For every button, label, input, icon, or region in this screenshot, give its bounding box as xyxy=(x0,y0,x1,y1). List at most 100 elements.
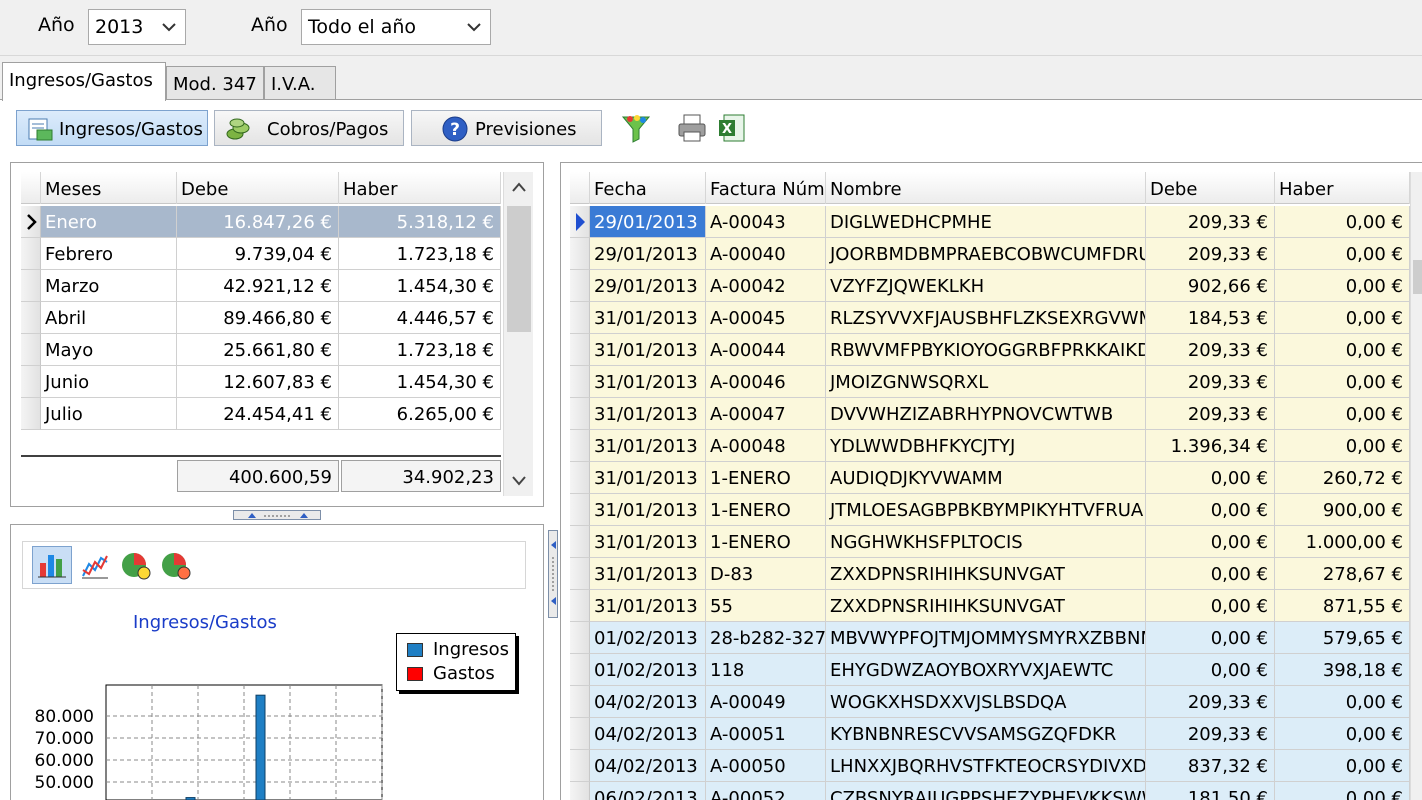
row-indicator xyxy=(570,718,590,750)
tab-iva[interactable]: I.V.A. xyxy=(264,66,336,100)
y-tick-label: 80.000 xyxy=(35,707,94,727)
table-row[interactable]: 31/01/2013 A-00048 YDLWWDBHFKYCJTYJ 1.396,3… xyxy=(570,430,1410,462)
col-header-nombre[interactable]: Nombre xyxy=(826,172,1146,204)
row-indicator xyxy=(570,366,590,398)
detail-grid: Fecha Factura Núme Nombre Debe Haber 29/… xyxy=(570,172,1410,800)
cell-nombre: MBVWYPFOJTMJOMMYSMYRXZBBNM xyxy=(826,622,1146,654)
table-row[interactable]: 31/01/2013 A-00045 RLZSYVVXFJAUSBHFLZKSEXR… xyxy=(570,302,1410,334)
table-row[interactable]: 31/01/2013 A-00044 RBWVMFPBYKIOYOGGRBFPRKK… xyxy=(570,334,1410,366)
cell-debe: 837,32 € xyxy=(1146,750,1275,782)
table-row[interactable]: 31/01/2013 1-ENERO NGGHWKHSFPLTOCIS 0,00 €1… xyxy=(570,526,1410,558)
table-row[interactable]: 04/02/2013 A-00051 KYBNBNRESCVVSAMSGZQFDKR… xyxy=(570,718,1410,750)
table-row[interactable]: 01/02/2013 28-b282-3273 MBVWYPFOJTMJOMMYSM… xyxy=(570,622,1410,654)
detail-scroll-thumb[interactable] xyxy=(1413,260,1422,294)
cell-nombre: JOORBMDBMPRAEBCOBWCUMFDRUI xyxy=(826,238,1146,270)
table-row[interactable]: 31/01/2013 55 ZXXDPNSRIHIHKSUNVGAT 0,00 €87… xyxy=(570,590,1410,622)
table-row[interactable]: 31/01/2013 D-83 ZXXDPNSRIHIHKSUNVGAT 0,00 €… xyxy=(570,558,1410,590)
cell-debe: 184,53 € xyxy=(1146,302,1275,334)
table-row[interactable]: 29/01/2013 A-00040 JOORBMDBMPRAEBCOBWCUMFD… xyxy=(570,238,1410,270)
cell-fecha: 29/01/2013 xyxy=(590,270,706,302)
months-scroll-thumb[interactable] xyxy=(507,206,531,332)
row-indicator xyxy=(570,398,590,430)
table-row[interactable]: 29/01/2013 A-00043 DIGLWEDHCPMHE 209,33 €0,… xyxy=(570,206,1410,238)
cell-debe: 209,33 € xyxy=(1146,334,1275,366)
cell-haber: 260,72 € xyxy=(1275,462,1410,494)
excel-export-icon[interactable]: X xyxy=(716,112,748,144)
tab-mod-347[interactable]: Mod. 347 xyxy=(166,66,264,100)
horizontal-splitter[interactable] xyxy=(233,510,321,520)
pie-chart-icon[interactable] xyxy=(119,548,153,582)
table-row[interactable]: 31/01/2013 A-00046 JMOIZGNWSQRXL 209,33 €0,… xyxy=(570,366,1410,398)
cell-debe: 0,00 € xyxy=(1146,590,1275,622)
legend-swatch-gastos xyxy=(407,667,423,681)
cell-factura: 55 xyxy=(706,590,826,622)
cell-factura: A-00047 xyxy=(706,398,826,430)
table-row[interactable]: Marzo 42.921,12 €1.454,30 € xyxy=(21,270,501,302)
col-header-meses[interactable]: Meses xyxy=(41,172,177,204)
col-header-fecha[interactable]: Fecha xyxy=(590,172,706,204)
splitter-grip-icon xyxy=(248,513,308,518)
table-row[interactable]: 01/02/2013 118 EHYGDWZAOYBOXRYVXJAEWTC 0,00… xyxy=(570,654,1410,686)
cell-debe: 12.607,83 € xyxy=(177,366,339,398)
cell-haber: 0,00 € xyxy=(1275,270,1410,302)
table-row[interactable]: 06/02/2013 A-00052 CZBSNYRAJUGPPSHEZYPHEVK… xyxy=(570,782,1410,800)
row-indicator-header xyxy=(21,172,41,204)
period-select[interactable]: Todo el año xyxy=(301,9,491,45)
table-row[interactable]: 31/01/2013 A-00047 DVVWHZIZABRHYPNOVCWTWB 2… xyxy=(570,398,1410,430)
cell-factura: A-00045 xyxy=(706,302,826,334)
cell-nombre: JTMLOESAGBPBKBYMPIKYHTVFRUA xyxy=(826,494,1146,526)
cell-factura: A-00050 xyxy=(706,750,826,782)
col-header-factura[interactable]: Factura Núme xyxy=(706,172,826,204)
cobros-pagos-button[interactable]: Cobros/Pagos xyxy=(214,110,404,146)
table-row[interactable]: Junio 12.607,83 €1.454,30 € xyxy=(21,366,501,398)
svg-text:?: ? xyxy=(450,120,460,140)
ingresos-gastos-button-label: Ingresos/Gastos xyxy=(59,119,203,140)
cell-factura: D-83 xyxy=(706,558,826,590)
ingresos-gastos-button[interactable]: Ingresos/Gastos xyxy=(16,110,208,146)
col-header-haber[interactable]: Haber xyxy=(339,172,501,204)
cell-haber: 1.454,30 € xyxy=(339,270,501,302)
table-row[interactable]: 29/01/2013 A-00042 VZYFZJQWEKLKH 902,66 €0,… xyxy=(570,270,1410,302)
cell-factura: A-00048 xyxy=(706,430,826,462)
table-row[interactable]: Julio 24.454,41 €6.265,00 € xyxy=(21,398,501,430)
pie-chart-alt-icon[interactable] xyxy=(159,548,193,582)
year-select[interactable]: 2013 xyxy=(88,9,186,45)
table-row[interactable]: 31/01/2013 1-ENERO AUDIQDJKYVWAMM 0,00 €260… xyxy=(570,462,1410,494)
chevron-down-icon[interactable] xyxy=(511,474,527,488)
table-row[interactable]: Mayo 25.661,80 €1.723,18 € xyxy=(21,334,501,366)
col-header-debe[interactable]: Debe xyxy=(177,172,339,204)
row-indicator-header xyxy=(570,172,590,204)
table-row[interactable]: Abril 89.466,80 €4.446,57 € xyxy=(21,302,501,334)
cell-haber: 4.446,57 € xyxy=(339,302,501,334)
detail-grid-scrollbar[interactable] xyxy=(1410,172,1422,800)
col-header-debe[interactable]: Debe xyxy=(1146,172,1275,204)
print-icon[interactable] xyxy=(676,112,708,144)
cell-debe: 0,00 € xyxy=(1146,494,1275,526)
previsiones-button[interactable]: ? Previsiones xyxy=(411,110,602,146)
cell-nombre: EHYGDWZAOYBOXRYVXJAEWTC xyxy=(826,654,1146,686)
row-indicator xyxy=(570,558,590,590)
tab-ingresos-gastos[interactable]: Ingresos/Gastos xyxy=(2,62,166,101)
filter-icon[interactable] xyxy=(620,112,652,144)
cell-haber: 0,00 € xyxy=(1275,334,1410,366)
vertical-splitter[interactable] xyxy=(548,530,558,618)
table-row[interactable]: 04/02/2013 A-00049 WOGKXHSDXXVJSLBSDQA 209,… xyxy=(570,686,1410,718)
cell-factura: A-00051 xyxy=(706,718,826,750)
line-chart-icon[interactable] xyxy=(79,550,111,582)
months-grid-scrollbar[interactable] xyxy=(503,172,533,496)
cell-nombre: DIGLWEDHCPMHE xyxy=(826,206,1146,238)
table-row[interactable]: 31/01/2013 1-ENERO JTMLOESAGBPBKBYMPIKYHTV… xyxy=(570,494,1410,526)
row-indicator xyxy=(21,238,41,270)
col-header-haber[interactable]: Haber xyxy=(1275,172,1410,204)
cell-mes: Mayo xyxy=(41,334,177,366)
chart-title: Ingresos/Gastos xyxy=(133,612,277,633)
cell-haber: 0,00 € xyxy=(1275,238,1410,270)
chevron-up-icon[interactable] xyxy=(511,180,527,194)
table-row[interactable]: Febrero 9.739,04 €1.723,18 € xyxy=(21,238,501,270)
y-tick-label: 60.000 xyxy=(35,751,94,771)
table-row[interactable]: Enero 16.847,26 €5.318,12 € xyxy=(21,206,501,238)
chart-legend: Ingresos Gastos xyxy=(396,633,516,691)
y-tick-label: 50.000 xyxy=(35,773,94,793)
bar-chart-button[interactable] xyxy=(32,546,72,584)
table-row[interactable]: 04/02/2013 A-00050 LHNXXJBQRHVSTFKTEOCRSYD… xyxy=(570,750,1410,782)
